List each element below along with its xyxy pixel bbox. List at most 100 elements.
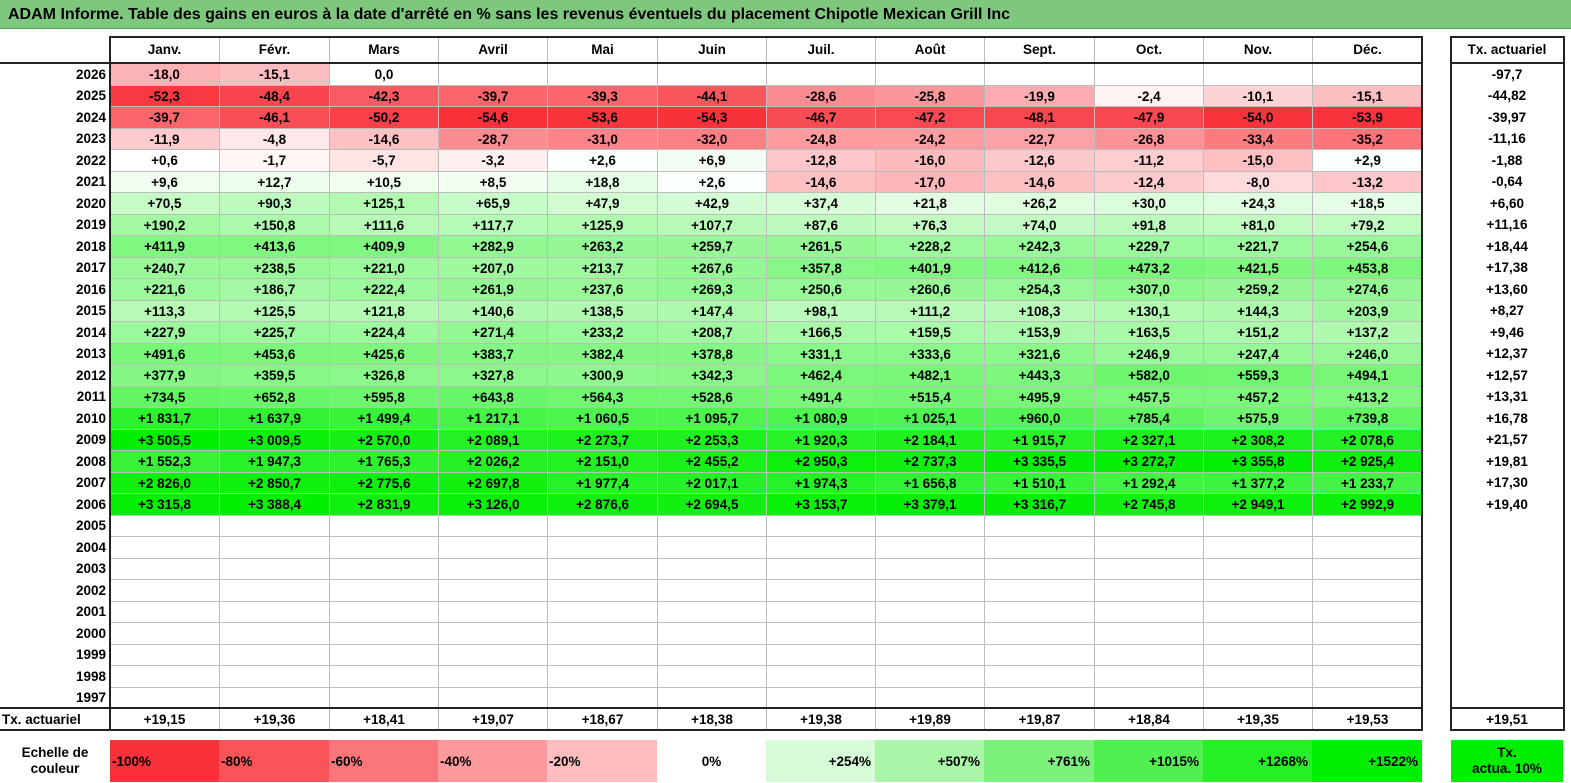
table-cell — [1312, 665, 1422, 687]
table-cell — [1094, 579, 1203, 601]
table-cell: -24,2 — [875, 128, 984, 149]
table-cell: +1 552,3 — [110, 450, 219, 472]
table-cell: +225,7 — [219, 321, 329, 343]
year-label: 2014 — [75, 324, 106, 340]
table-cell: +0,6 — [110, 149, 219, 171]
table-cell: +528,6 — [657, 386, 766, 407]
table-cell — [657, 622, 766, 644]
table-cell: +1 637,9 — [219, 407, 329, 429]
table-cell: +247,4 — [1203, 343, 1312, 364]
year-rate — [1451, 515, 1563, 536]
year-rate: +21,57 — [1486, 432, 1528, 447]
table-cell — [984, 63, 1094, 85]
year-label: 2025 — [75, 88, 106, 103]
table-cell — [219, 558, 329, 579]
footer-rate: +18,38 — [657, 708, 766, 730]
table-cell: +3 126,0 — [438, 493, 547, 515]
footer-rate: +19,15 — [143, 711, 186, 727]
table-cell — [875, 601, 984, 622]
table-cell: +274,6 — [1312, 278, 1422, 300]
table-cell — [766, 515, 875, 536]
table-cell: +575,9 — [1203, 407, 1312, 429]
table-cell: +2 775,6 — [329, 472, 438, 493]
month-header: Déc. — [1312, 37, 1422, 62]
table-cell: +409,9 — [329, 235, 438, 257]
table-cell: +1 977,4 — [547, 472, 657, 493]
table-cell: +2 273,7 — [547, 429, 657, 450]
legend-step: +254% — [766, 740, 875, 782]
table-cell — [329, 665, 438, 687]
table-cell: -15,1 — [219, 63, 329, 85]
table-cell: +10,5 — [329, 171, 438, 192]
legend-step: -20% — [547, 740, 657, 782]
table-cell — [875, 665, 984, 687]
year-rate — [1451, 579, 1563, 601]
year-label: 2005 — [75, 518, 106, 533]
table-cell: +207,0 — [438, 257, 547, 278]
table-cell — [875, 63, 984, 85]
year-rate: +13,31 — [1486, 389, 1528, 404]
table-cell — [657, 579, 766, 601]
year-label: 2011 — [76, 389, 106, 404]
table-cell: +421,5 — [1203, 257, 1312, 278]
table-cell: -12,4 — [1094, 171, 1203, 192]
table-cell: -26,8 — [1094, 128, 1203, 149]
table-cell: +494,1 — [1312, 364, 1422, 386]
year-rate: +8,27 — [1489, 303, 1525, 318]
table-cell — [657, 601, 766, 622]
table-cell: +137,2 — [1312, 321, 1422, 343]
table-cell: +3 335,5 — [984, 450, 1094, 472]
table-cell: +2 697,8 — [438, 472, 547, 493]
year-label: 2008 — [75, 453, 106, 469]
month-header: Juin — [657, 37, 766, 62]
table-cell: +221,7 — [1203, 235, 1312, 257]
year-label: 2022 — [75, 152, 106, 168]
table-cell: -16,0 — [875, 149, 984, 171]
table-cell: +90,3 — [219, 192, 329, 214]
table-cell — [657, 558, 766, 579]
table-cell: +643,8 — [438, 386, 547, 407]
table-cell: +300,9 — [547, 364, 657, 386]
table-cell: +261,5 — [766, 235, 875, 257]
table-cell: +378,8 — [657, 343, 766, 364]
table-cell: +111,2 — [875, 300, 984, 321]
footer-rate: +19,07 — [438, 708, 547, 730]
table-cell — [766, 644, 875, 665]
table-cell: +18,8 — [547, 171, 657, 192]
table-cell: +3 153,7 — [766, 493, 875, 515]
year-rate — [1451, 644, 1563, 665]
table-cell: +240,7 — [110, 257, 219, 278]
table-cell — [329, 558, 438, 579]
table-cell — [984, 687, 1094, 708]
year-label: 2012 — [75, 367, 106, 383]
table-cell: +224,4 — [329, 321, 438, 343]
table-cell: +81,0 — [1203, 214, 1312, 235]
footer-bottom-rule — [0, 729, 110, 731]
table-cell: +125,5 — [219, 300, 329, 321]
table-cell: +2,6 — [547, 149, 657, 171]
year-rate: +13,60 — [1486, 281, 1528, 297]
year-rate — [1451, 665, 1563, 687]
table-cell: -35,2 — [1312, 128, 1422, 149]
year-rate: +6,60 — [1489, 195, 1525, 211]
year-label: 2009 — [75, 432, 106, 447]
table-cell: +2 826,0 — [110, 472, 219, 493]
year-rate: +17,30 — [1486, 475, 1528, 490]
table-cell: +153,9 — [984, 321, 1094, 343]
table-cell: -39,7 — [438, 85, 547, 106]
table-cell — [110, 558, 219, 579]
footer-rate: +19,36 — [219, 708, 329, 730]
table-cell: +9,6 — [110, 171, 219, 192]
footer-rate: +19,87 — [984, 708, 1094, 730]
table-cell: -1,7 — [219, 149, 329, 171]
table-cell: +307,0 — [1094, 278, 1203, 300]
table-cell — [110, 579, 219, 601]
table-cell — [1094, 515, 1203, 536]
table-cell: +2 949,1 — [1203, 493, 1312, 515]
table-cell: -31,0 — [547, 128, 657, 149]
table-cell — [547, 601, 657, 622]
table-cell — [657, 644, 766, 665]
table-cell: +203,9 — [1312, 300, 1422, 321]
table-cell: +2,6 — [657, 171, 766, 192]
footer-rate: +19,89 — [875, 708, 984, 730]
